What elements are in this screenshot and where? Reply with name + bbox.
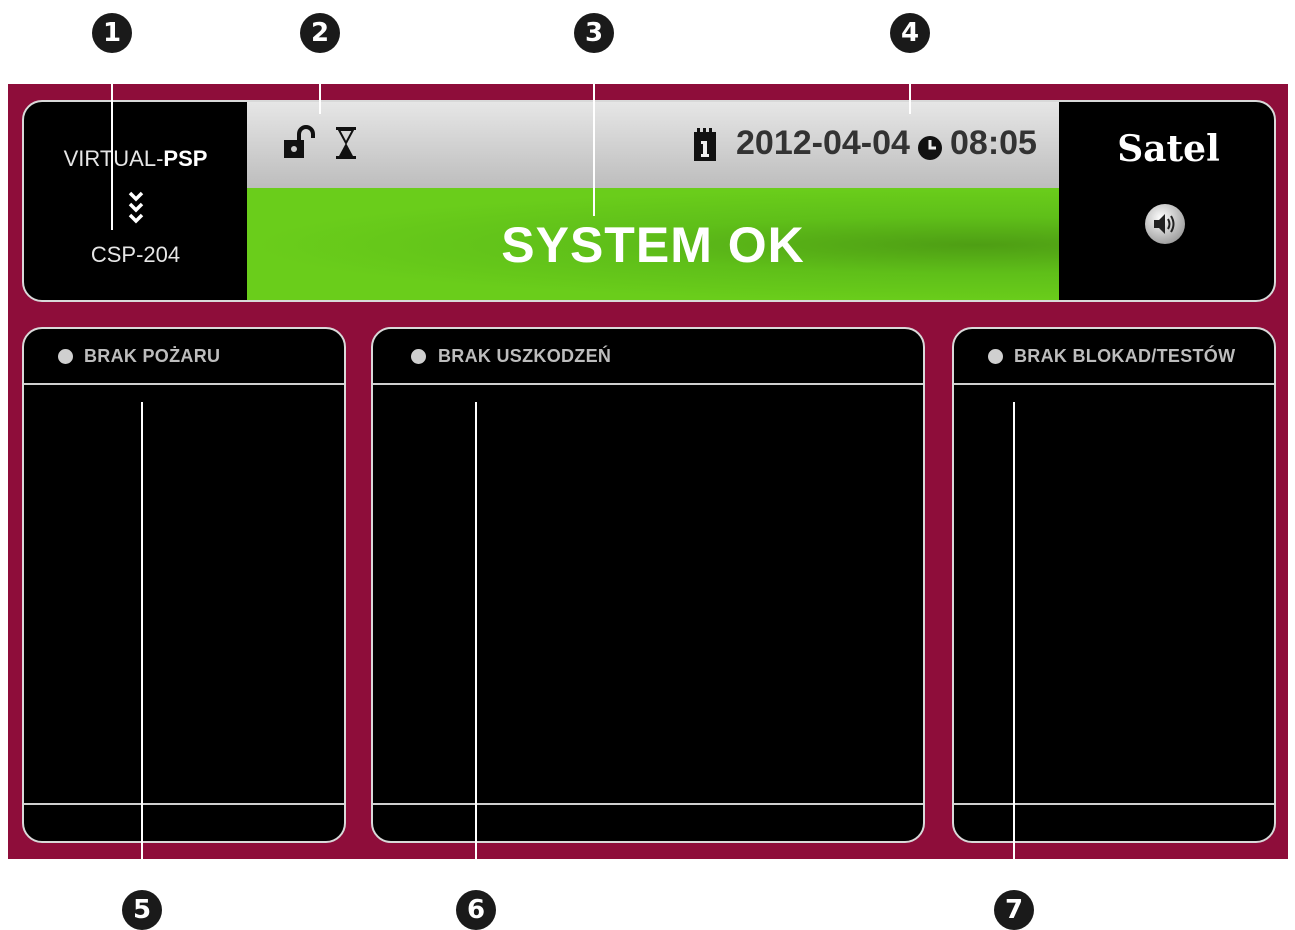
fire-panel-footer-divider [24, 803, 344, 805]
leader-line-5 [141, 402, 143, 892]
disablement-panel: BRAK BLOKAD/TESTÓW [952, 327, 1276, 843]
device-info: VIRTUAL-PSP CSP-204 [24, 102, 247, 300]
device-model: CSP-204 [90, 242, 181, 267]
fire-panel-header: BRAK POŻARU [24, 329, 344, 385]
callout-7: 7 [994, 890, 1034, 930]
system-status-text: SYSTEM OK [501, 217, 805, 273]
system-status[interactable]: SYSTEM OK [247, 188, 1059, 300]
status-dot-icon [988, 349, 1003, 364]
device-name-prefix: VIRTUAL- [63, 146, 164, 171]
fault-panel-footer-divider [373, 803, 923, 805]
device-frame: VIRTUAL-PSP CSP-204 2012-04-04 08:05 SYS… [8, 84, 1288, 859]
time-display: 08:05 [950, 124, 1037, 162]
callout-3: 3 [574, 13, 614, 53]
callout-2: 2 [300, 13, 340, 53]
disablement-panel-title: BRAK BLOKAD/TESTÓW [1014, 346, 1236, 366]
callout-4: 4 [890, 13, 930, 53]
calendar-icon [692, 128, 718, 167]
callout-5: 5 [122, 890, 162, 930]
header-panel: VIRTUAL-PSP CSP-204 2012-04-04 08:05 SYS… [22, 100, 1276, 302]
brand-logo: Satel [1117, 128, 1220, 170]
status-dot-icon [58, 349, 73, 364]
status-dot-icon [411, 349, 426, 364]
leader-line-3 [593, 40, 595, 216]
hourglass-icon [335, 126, 357, 165]
leader-line-6 [475, 402, 477, 892]
fire-panel-title: BRAK POŻARU [84, 346, 221, 366]
fault-panel-header: BRAK USZKODZEŃ [373, 329, 923, 385]
leader-line-1 [111, 40, 113, 230]
status-bar: 2012-04-04 08:05 [247, 102, 1059, 188]
brand-area: Satel [1059, 102, 1274, 300]
chevrons-down-icon[interactable] [24, 190, 247, 227]
disablement-panel-footer-divider [954, 803, 1274, 805]
disablement-panel-header: BRAK BLOKAD/TESTÓW [954, 329, 1274, 385]
date-display: 2012-04-04 [736, 124, 910, 162]
unlock-icon [282, 124, 316, 165]
device-name: VIRTUAL-PSP [24, 146, 247, 172]
fault-panel: BRAK USZKODZEŃ [371, 327, 925, 843]
device-name-suffix: PSP [163, 146, 208, 171]
leader-line-7 [1013, 402, 1015, 892]
fault-panel-title: BRAK USZKODZEŃ [438, 346, 612, 366]
fire-panel: BRAK POŻARU [22, 327, 346, 843]
speaker-icon[interactable] [1143, 202, 1187, 251]
clock-icon [917, 135, 943, 166]
callout-6: 6 [456, 890, 496, 930]
callout-1: 1 [92, 13, 132, 53]
